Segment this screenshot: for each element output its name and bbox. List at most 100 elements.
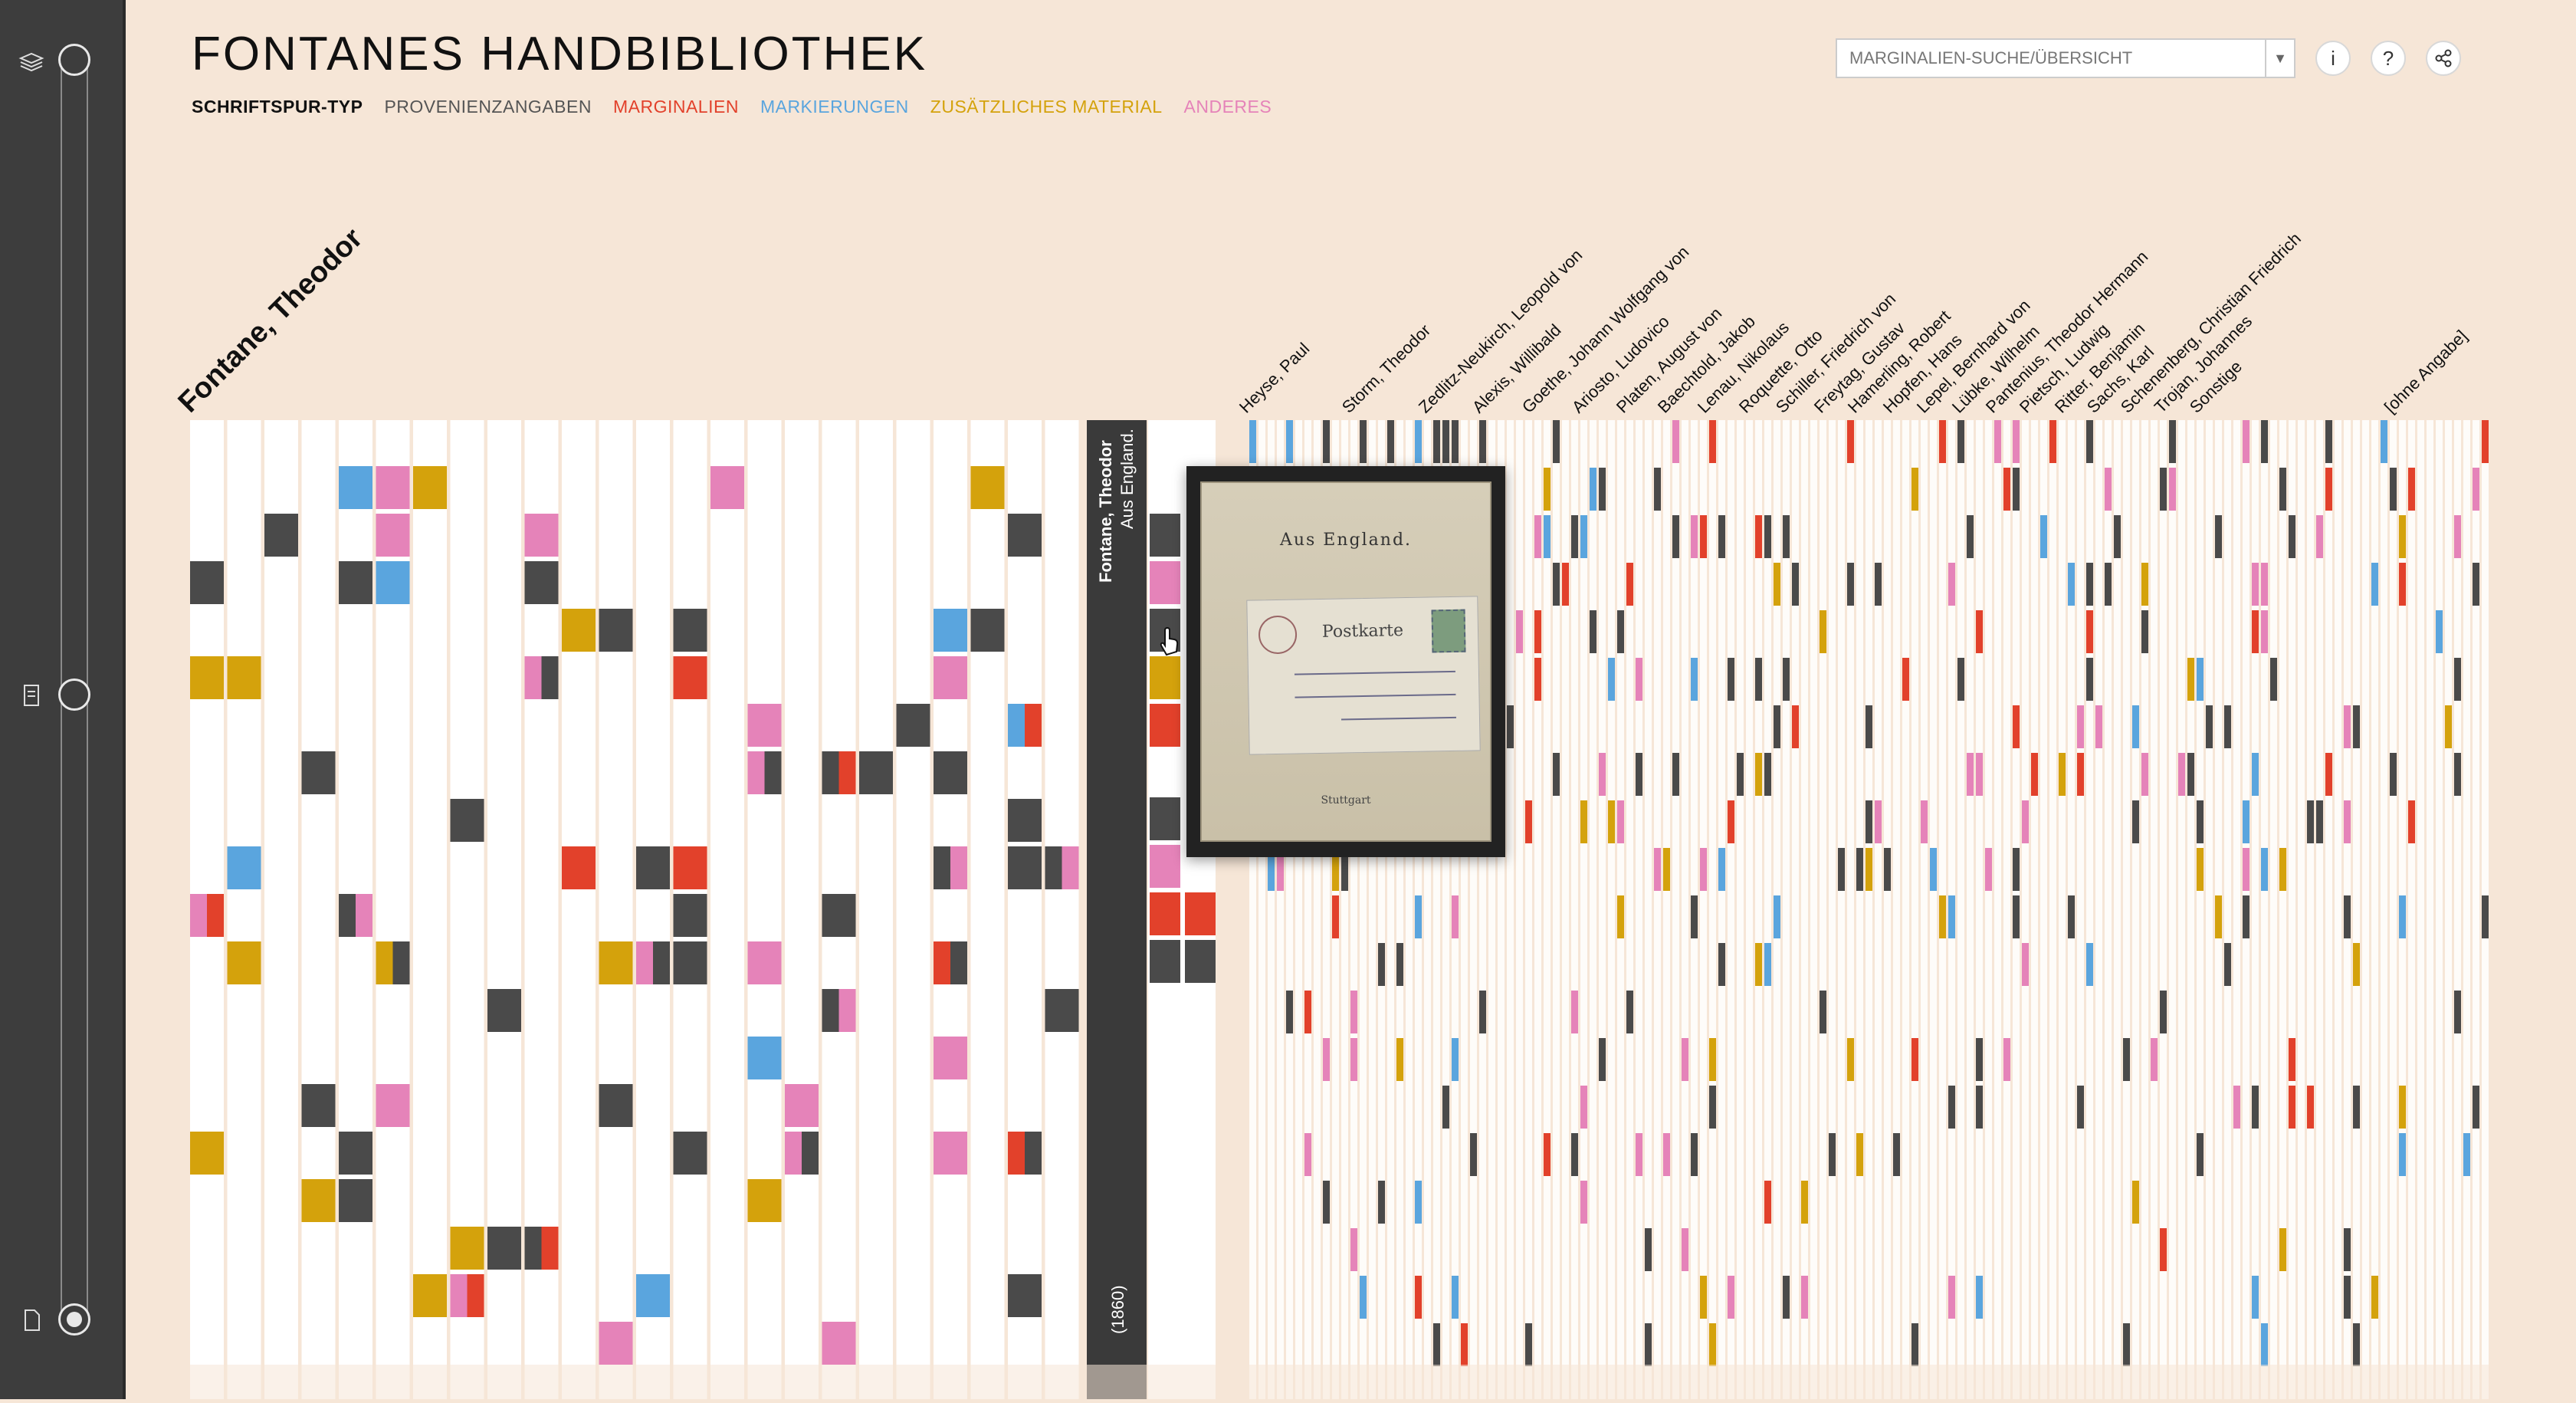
legend-type-label[interactable]: SCHRIFTSPUR-TYP xyxy=(192,97,363,117)
trace-mark xyxy=(541,1227,559,1270)
zoom-knob-library[interactable] xyxy=(58,44,90,76)
trace-mark xyxy=(2408,468,2415,511)
trace-mark xyxy=(1350,991,1357,1033)
zoom-knob-book[interactable] xyxy=(58,678,90,711)
trace-mark xyxy=(2454,753,2461,796)
trace-mark xyxy=(2187,753,2194,796)
trace-mark xyxy=(376,514,410,557)
trace-mark xyxy=(2279,1228,2286,1271)
help-button[interactable]: ? xyxy=(2371,41,2406,76)
book-column xyxy=(1755,420,1762,1399)
legend-item-provenienz[interactable]: PROVENIENZANGABEN xyxy=(384,97,592,117)
book-column xyxy=(1976,420,1983,1399)
library-icon[interactable] xyxy=(18,48,44,74)
trace-mark xyxy=(339,466,372,509)
author-label[interactable]: Heyse, Paul xyxy=(1235,339,1314,417)
trace-mark xyxy=(1525,800,1532,843)
marginalia-search-select[interactable]: MARGINALIEN-SUCHE/ÜBERSICHT ▼ xyxy=(1836,38,2295,78)
author-label[interactable]: Fontane, Theodor xyxy=(172,222,369,419)
info-button[interactable]: i xyxy=(2315,41,2351,76)
trace-mark xyxy=(636,846,670,889)
trace-mark xyxy=(2252,563,2259,606)
trace-mark xyxy=(1571,991,1578,1033)
trace-mark xyxy=(2077,753,2084,796)
author-label[interactable]: [ohne Angabe] xyxy=(2381,327,2471,417)
trace-mark xyxy=(1663,848,1670,891)
trace-mark xyxy=(1774,895,1780,938)
trace-mark xyxy=(1415,420,1422,463)
trace-mark xyxy=(764,751,782,794)
trace-mark xyxy=(2473,563,2479,606)
trace-mark xyxy=(2233,1086,2240,1129)
page-icon[interactable] xyxy=(18,1307,44,1333)
trace-mark xyxy=(1150,514,1180,557)
trace-mark xyxy=(356,1179,372,1222)
book-column xyxy=(1590,420,1596,1399)
trace-mark xyxy=(2482,895,2489,938)
zoom-knob-page[interactable] xyxy=(58,1303,90,1336)
book-column xyxy=(1994,420,2001,1399)
trace-mark xyxy=(1350,1038,1357,1081)
trace-mark xyxy=(950,846,967,889)
legend-item-zusaetzlich[interactable]: ZUSÄTZLICHES MATERIAL xyxy=(930,97,1163,117)
book-column xyxy=(1718,420,1725,1399)
trace-mark xyxy=(1820,610,1826,653)
trace-mark xyxy=(1838,848,1845,891)
trace-mark xyxy=(1304,991,1311,1033)
book-column xyxy=(1507,420,1514,1399)
trace-mark xyxy=(673,1132,691,1175)
trace-mark xyxy=(1433,1323,1440,1366)
trace-mark xyxy=(2077,1086,2084,1129)
legend-item-markierungen[interactable]: MARKIERUNGEN xyxy=(760,97,909,117)
trace-mark xyxy=(1682,1038,1688,1081)
trace-mark xyxy=(2013,705,2020,748)
trace-mark xyxy=(1544,1133,1551,1176)
trace-mark xyxy=(227,846,261,889)
trace-mark xyxy=(1866,848,1872,891)
trace-mark xyxy=(1847,1038,1854,1081)
trace-mark xyxy=(2077,705,2084,748)
trace-mark xyxy=(1691,895,1698,938)
trace-mark xyxy=(1580,515,1587,558)
trace-mark xyxy=(1590,610,1596,653)
book-column xyxy=(1534,420,1541,1399)
trace-mark xyxy=(1332,895,1339,938)
trace-mark xyxy=(541,656,559,699)
trace-mark xyxy=(2141,563,2148,606)
trace-mark xyxy=(896,704,930,747)
trace-mark xyxy=(1654,848,1661,891)
legend-item-anderes[interactable]: ANDERES xyxy=(1184,97,1272,117)
trace-mark xyxy=(1976,1086,1983,1129)
share-icon xyxy=(2435,49,2452,67)
trace-mark xyxy=(1479,420,1486,463)
trace-mark xyxy=(747,751,765,794)
trace-mark xyxy=(673,941,707,984)
trace-mark xyxy=(2022,800,2029,843)
trace-mark xyxy=(1764,753,1771,796)
trace-mark xyxy=(1580,1181,1587,1224)
chevron-down-icon[interactable]: ▼ xyxy=(2265,40,2294,77)
trace-mark xyxy=(1150,704,1180,747)
trace-mark xyxy=(1737,753,1744,796)
book-column xyxy=(934,420,967,1399)
trace-mark xyxy=(1645,1323,1652,1366)
trace-mark xyxy=(934,656,967,699)
trace-mark xyxy=(1911,468,1918,511)
trace-mark xyxy=(1636,658,1642,701)
trace-mark xyxy=(1911,1038,1918,1081)
trace-mark xyxy=(1728,1276,1734,1319)
share-button[interactable] xyxy=(2426,41,2461,76)
trace-mark xyxy=(2279,848,2286,891)
trace-mark xyxy=(615,1322,633,1365)
trace-mark xyxy=(1599,468,1606,511)
trace-mark xyxy=(1893,1133,1900,1176)
book-icon[interactable] xyxy=(18,682,44,708)
book-column xyxy=(2335,420,2341,1399)
trace-mark xyxy=(2261,848,2268,891)
trace-mark xyxy=(524,514,542,557)
book-column xyxy=(2307,420,2314,1399)
book-column xyxy=(1856,420,1863,1399)
legend-item-marginalien[interactable]: MARGINALIEN xyxy=(613,97,739,117)
trace-mark xyxy=(747,1179,782,1222)
book-column xyxy=(2325,420,2332,1399)
